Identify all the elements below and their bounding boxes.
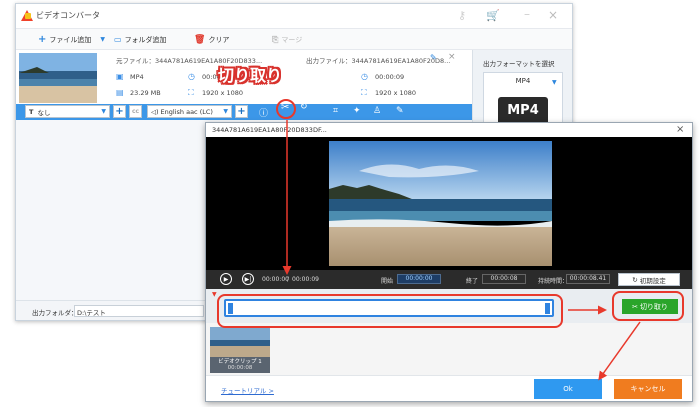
add-file-label: ファイル追加 [49, 35, 92, 44]
output-resolution: 1920 x 1080 [375, 89, 417, 97]
start-label: 開始 [381, 278, 394, 285]
scissors-icon[interactable]: ✂ [281, 102, 289, 113]
resolution-icon: ⛶ [188, 88, 194, 97]
source-size: 23.29 MB [130, 89, 161, 97]
duration-value: 00:00:08.41 [566, 274, 610, 284]
clip-name: ビデオクリップ 1 [218, 359, 262, 365]
toolbar: + ファイル追加 ▼ ▭ フォルダ追加 🗑 クリア ⎘ マージ [16, 28, 572, 50]
dialog-title: 344A781A619EA1A80F20D833DF... [212, 126, 327, 134]
subtitle-value: なし [37, 108, 51, 117]
output-filename: 出力ファイル：344A781A619EA1A80F20D8... [306, 57, 451, 65]
speaker-icon: ◁) [151, 107, 159, 116]
clock-icon: ◷ [188, 72, 195, 81]
source-resolution: 1920 x 1080 [202, 89, 244, 97]
effect-wand-icon[interactable]: ✦ [353, 106, 361, 116]
merge-label: マージ [281, 35, 303, 44]
chevron-down-icon: ▼ [552, 79, 557, 86]
time-total: 00:00:09 [292, 276, 319, 283]
mp4-icon-text: MP4 [507, 103, 539, 118]
subtitle-settings-icon[interactable]: cc [129, 105, 142, 118]
clip-item[interactable]: ビデオクリップ 1 00:00:08 [210, 327, 270, 373]
reset-button[interactable]: ↻ 初期設定 [618, 273, 680, 286]
plus-icon: + [38, 34, 47, 45]
remove-file-icon[interactable]: × [448, 52, 456, 62]
rotate-icon[interactable]: ↻ [300, 102, 308, 112]
video-frame [329, 141, 552, 266]
merge-icon: ⎘ [272, 34, 279, 44]
clip-list: ビデオクリップ 1 00:00:08 [206, 323, 692, 375]
chevron-down-icon[interactable]: ▼ [100, 36, 105, 43]
output-duration: 00:00:09 [375, 73, 405, 81]
dialog-title-bar: 344A781A619EA1A80F20D833DF... × [206, 123, 692, 137]
format-panel-label: 出力フォーマットを選択 [483, 60, 555, 68]
annotation-title: 切り取り [218, 66, 283, 85]
output-folder-input[interactable]: D:\テスト [74, 305, 204, 317]
add-subtitle-button[interactable]: + [113, 105, 126, 118]
subtitle-edit-icon[interactable]: ✎ [396, 106, 404, 116]
output-clock-icon: ◷ [361, 72, 368, 81]
video-player [206, 137, 692, 270]
clip-duration: 00:00:08 [227, 365, 253, 371]
clear-label: クリア [208, 35, 230, 44]
add-audio-button[interactable]: + [235, 105, 248, 118]
dialog-footer: チュートリアル > Ok キャンセル [206, 375, 692, 401]
chevron-down-icon: ▼ [101, 108, 106, 115]
folder-plus-icon: ▭ [114, 35, 122, 44]
source-format: MP4 [130, 73, 144, 81]
end-time-input[interactable]: 00:00:08 [482, 274, 526, 284]
edit-pencil-icon[interactable]: ✎ [430, 53, 437, 62]
duration-label: 持続時間： [538, 278, 569, 285]
time-separator: / [287, 276, 290, 283]
app-title: ビデオコンバータ [36, 11, 100, 20]
output-resolution-icon: ⛶ [361, 88, 367, 97]
start-time-input[interactable]: 00:00:00 [397, 274, 441, 284]
subtitle-select[interactable]: T なし ▼ [25, 105, 110, 118]
format-icon: ▣ [116, 72, 124, 81]
end-label: 終了 [466, 278, 479, 285]
app-logo-accent [25, 13, 31, 19]
title-bar: ビデオコンバータ ⚷ 🛒 – × [16, 4, 572, 28]
cancel-button[interactable]: キャンセル [614, 379, 682, 399]
cart-icon[interactable]: 🛒 [486, 9, 500, 22]
close-icon[interactable]: × [548, 8, 558, 22]
selected-format: MP4 [515, 77, 531, 85]
add-folder-label: フォルダ追加 [124, 35, 167, 44]
playhead-marker-icon: ▼ [212, 291, 217, 298]
minimize-icon[interactable]: – [524, 7, 530, 21]
close-icon[interactable]: × [676, 124, 684, 135]
reset-label: 初期設定 [639, 276, 666, 285]
edit-toolbar: T なし ▼ + cc ◁) English aac (LC) ▼ + ⓘ ⌗ … [16, 104, 472, 120]
frame-step-icon[interactable]: ▶| [242, 273, 254, 285]
tutorial-link[interactable]: チュートリアル > [221, 385, 274, 395]
refresh-icon: ↻ [632, 275, 638, 284]
info-icon[interactable]: ⓘ [259, 106, 268, 119]
cut-button-highlight [612, 291, 684, 321]
subtitle-icon: T [29, 107, 34, 116]
trim-slider-highlight [217, 294, 563, 328]
ok-button[interactable]: Ok [534, 379, 602, 399]
play-icon[interactable]: ▶ [220, 273, 232, 285]
audio-select[interactable]: ◁) English aac (LC) ▼ [147, 105, 232, 118]
merge-button[interactable]: ⎘ マージ [272, 33, 302, 46]
cut-dialog: 344A781A619EA1A80F20D833DF... × ▶ ▶| 00:… [205, 122, 693, 402]
trash-icon: 🗑 [194, 34, 206, 45]
watermark-icon[interactable]: ♙ [373, 106, 381, 116]
add-folder-button[interactable]: ▭ フォルダ追加 [114, 33, 167, 46]
output-folder-label: 出力フォルダ： [32, 309, 78, 317]
file-size-icon: ▤ [116, 88, 124, 97]
time-current: 00:00:00 [262, 276, 289, 283]
video-thumbnail[interactable] [19, 53, 97, 103]
key-icon[interactable]: ⚷ [458, 9, 466, 22]
clear-button[interactable]: 🗑 クリア [194, 33, 229, 46]
add-file-button[interactable]: + ファイル追加 ▼ [38, 33, 105, 46]
chevron-down-icon: ▼ [223, 108, 228, 115]
crop-icon[interactable]: ⌗ [333, 106, 338, 116]
audio-value: English aac (LC) [160, 107, 213, 116]
playback-controls: ▶ ▶| 00:00:00 / 00:00:09 開始 00:00:00 終了 … [206, 270, 692, 289]
